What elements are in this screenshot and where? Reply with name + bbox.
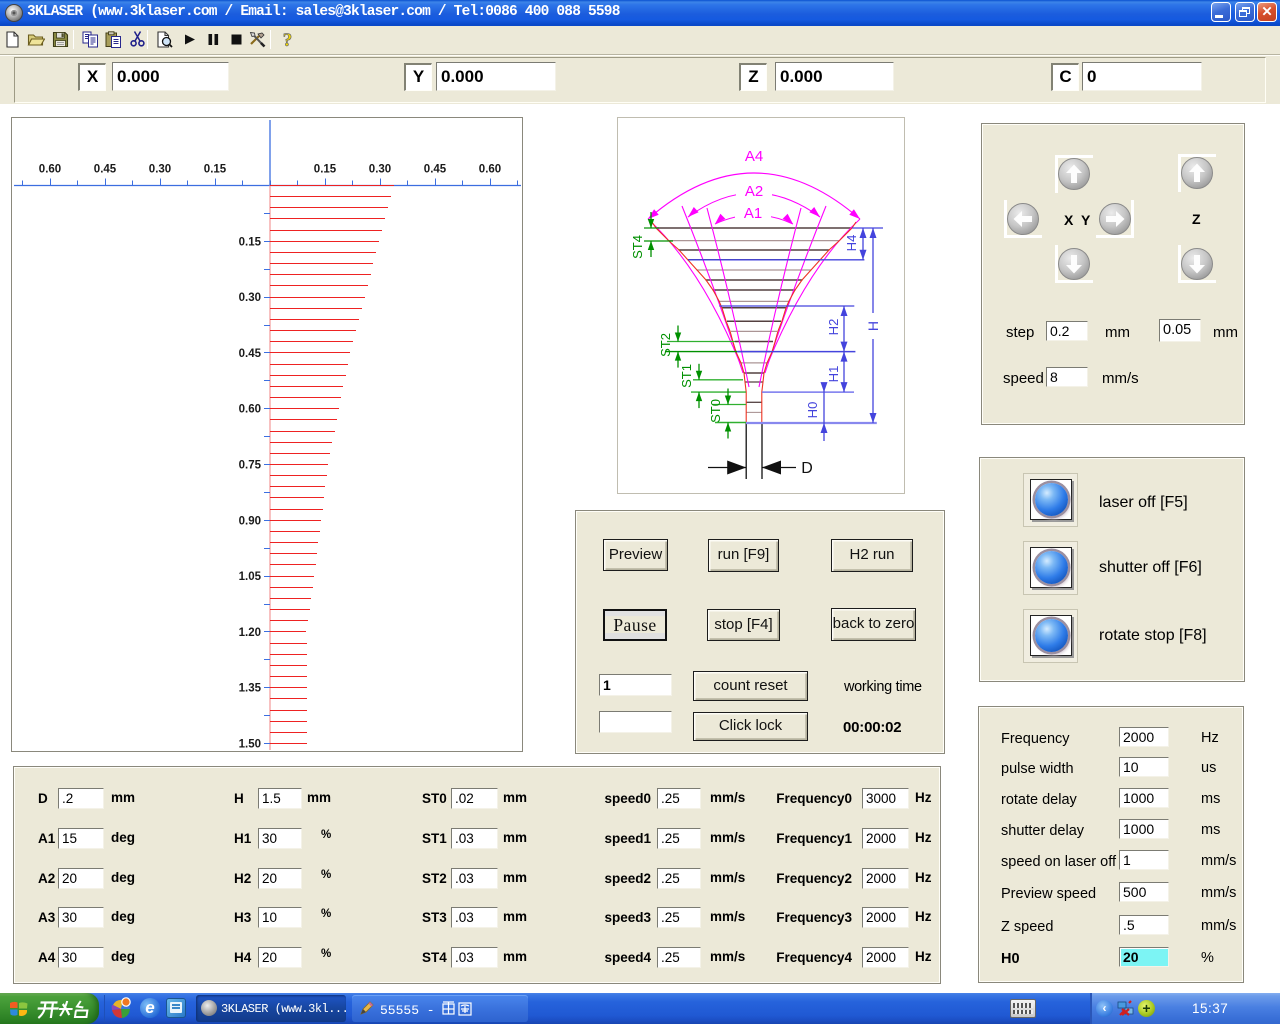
svg-text:A4: A4 — [745, 148, 763, 165]
svg-text:1.05: 1.05 — [239, 571, 262, 583]
svg-text:0.30: 0.30 — [149, 164, 171, 176]
svg-text:ST0: ST0 — [708, 399, 723, 423]
svg-text:0.75: 0.75 — [239, 460, 262, 472]
svg-text:1.50: 1.50 — [239, 739, 261, 751]
svg-text:0.45: 0.45 — [94, 164, 117, 176]
svg-text:0.60: 0.60 — [39, 164, 61, 176]
svg-text:ST2: ST2 — [658, 333, 673, 357]
svg-text:1.20: 1.20 — [239, 627, 261, 639]
svg-text:A1: A1 — [744, 205, 762, 222]
svg-text:A2: A2 — [745, 183, 763, 200]
svg-text:0.90: 0.90 — [239, 515, 261, 527]
svg-text:0.30: 0.30 — [239, 292, 261, 304]
svg-text:H1: H1 — [826, 366, 841, 383]
svg-text:0.15: 0.15 — [204, 164, 227, 176]
svg-text:0.60: 0.60 — [239, 404, 261, 416]
svg-text:H4: H4 — [844, 235, 859, 252]
svg-text:0.45: 0.45 — [239, 348, 262, 360]
svg-text:0.30: 0.30 — [369, 164, 391, 176]
svg-text:ST1: ST1 — [679, 364, 694, 388]
svg-text:0.45: 0.45 — [424, 164, 447, 176]
svg-text:0.60: 0.60 — [479, 164, 501, 176]
svg-text:0.15: 0.15 — [239, 236, 262, 248]
svg-text:0.15: 0.15 — [314, 164, 337, 176]
svg-text:H0: H0 — [805, 402, 820, 419]
svg-text:?: ? — [283, 31, 293, 48]
svg-text:D: D — [801, 460, 813, 477]
svg-text:H2: H2 — [826, 319, 841, 336]
svg-text:ST4: ST4 — [630, 235, 645, 259]
svg-text:H: H — [865, 321, 881, 331]
svg-text:1.35: 1.35 — [239, 683, 262, 695]
